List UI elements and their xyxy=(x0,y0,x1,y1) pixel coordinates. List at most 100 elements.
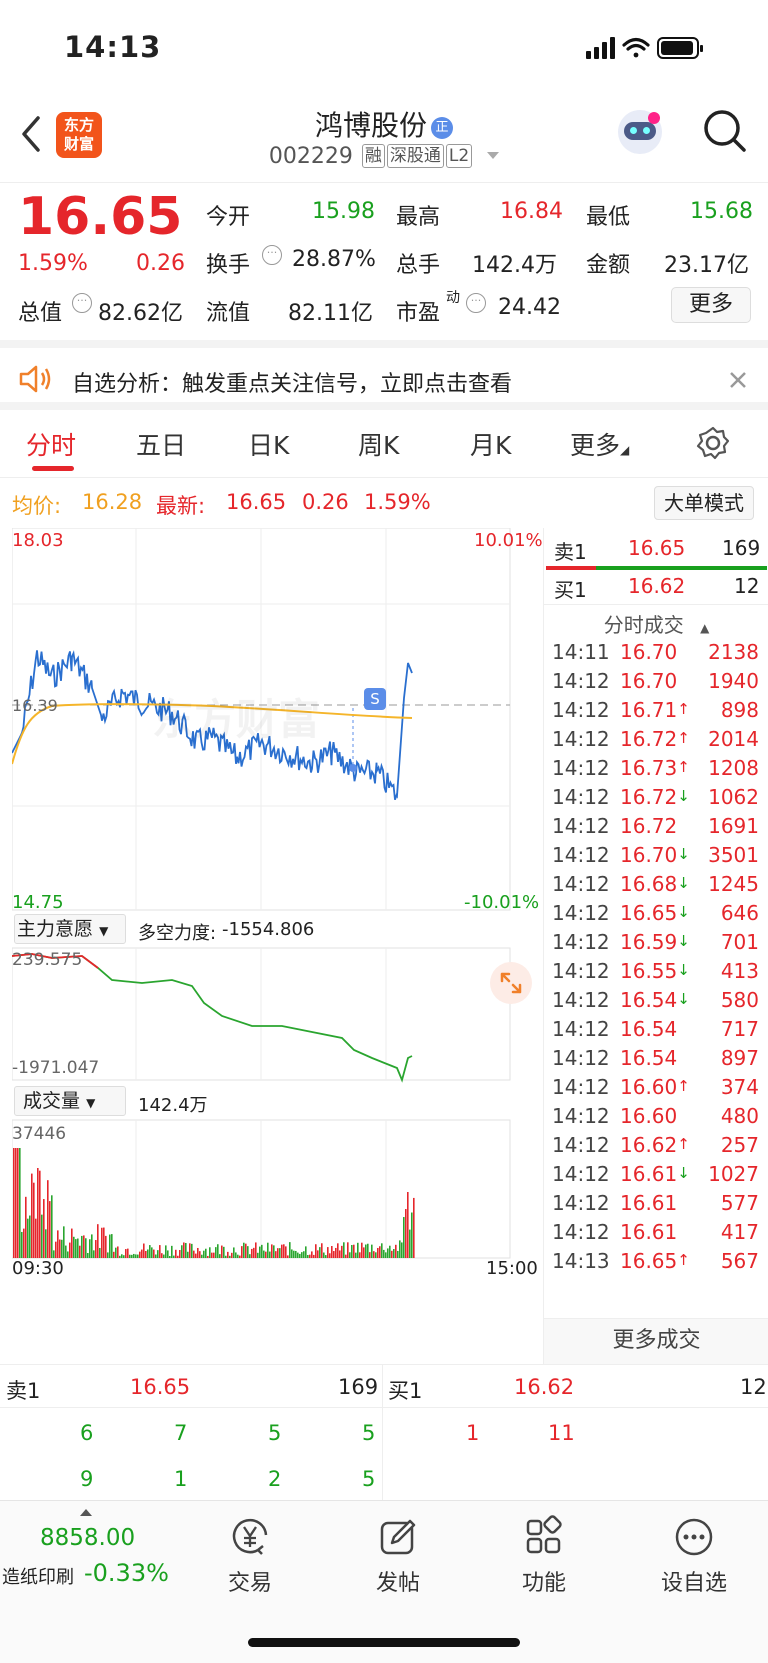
volume-bar xyxy=(343,1242,345,1258)
info-icon[interactable]: ··· xyxy=(466,293,486,313)
volume-bar xyxy=(275,1251,277,1258)
volume-bar xyxy=(67,1251,69,1258)
volume-bar xyxy=(207,1255,209,1258)
volume-bar xyxy=(335,1247,337,1258)
quote-panel: 16.65 1.59% 0.26 总值 ··· 82.62亿 今开 15.98 … xyxy=(0,182,768,332)
volume-bar xyxy=(263,1250,265,1258)
expand-icon[interactable] xyxy=(490,962,532,1004)
big-order-mode-button[interactable]: 大单模式 xyxy=(654,486,754,520)
notice-bar[interactable]: 自选分析：触发重点关注信号，立即点击查看 xyxy=(0,340,768,410)
volume-bar xyxy=(291,1249,293,1258)
volume-bar xyxy=(107,1252,109,1258)
robot-avatar-icon[interactable] xyxy=(618,110,662,154)
volume-bar xyxy=(177,1255,179,1258)
queue-item: 5 xyxy=(362,1421,376,1445)
volume-bar xyxy=(53,1250,55,1258)
volume-bar xyxy=(357,1242,359,1258)
divider xyxy=(0,1407,768,1408)
volume-bar xyxy=(109,1234,111,1258)
index-widget[interactable]: 8858.00 造纸印刷 -0.33% xyxy=(0,1501,180,1601)
volume-bar xyxy=(97,1224,99,1258)
volume-bar xyxy=(189,1243,191,1258)
more-trades-button[interactable]: 更多成交 xyxy=(544,1318,768,1364)
high-value: 16.84 xyxy=(500,199,563,224)
more-button[interactable]: 更多 xyxy=(671,287,751,323)
volume-bar xyxy=(401,1242,403,1258)
volume-bar xyxy=(83,1235,85,1258)
volume-bar xyxy=(281,1244,283,1258)
volume-bar xyxy=(267,1242,269,1258)
indicator-select[interactable]: 主力意愿 ▼ xyxy=(14,914,126,944)
volume-bar xyxy=(399,1240,401,1258)
volume-bar xyxy=(113,1251,115,1258)
amount-value: 23.17亿 xyxy=(664,253,749,278)
volume-bar xyxy=(373,1251,375,1258)
volume-bar xyxy=(77,1238,79,1258)
volume-bar xyxy=(393,1249,395,1258)
volume-bar xyxy=(367,1243,369,1258)
intraday-chart[interactable]: 18.03 10.01% 14.75 -10.01% 16.39 东方财富 S … xyxy=(11,527,543,1284)
volume-bar xyxy=(161,1253,163,1258)
yen-icon xyxy=(232,1518,268,1555)
volume-bar xyxy=(171,1245,173,1258)
pe-sup: 动 xyxy=(446,290,460,306)
volume-bar xyxy=(63,1226,65,1258)
volume-bar xyxy=(205,1248,207,1258)
volume-bar xyxy=(137,1254,139,1258)
ref-price: 16.39 xyxy=(12,696,58,715)
tag-l2: L2 xyxy=(445,144,473,168)
close-icon[interactable] xyxy=(728,370,748,390)
trades-header[interactable]: 分时成交 ▲ xyxy=(544,604,768,637)
dropdown-icon[interactable] xyxy=(487,152,500,159)
volume-bar xyxy=(237,1254,239,1258)
volume-bar xyxy=(147,1249,149,1258)
chart-tabs: 分时 五日 日K 周K 月K 更多◢ xyxy=(0,412,768,478)
volume-bar xyxy=(359,1252,361,1258)
volume-bar xyxy=(31,1173,33,1258)
volume-bar xyxy=(235,1252,237,1258)
search-icon[interactable] xyxy=(702,108,748,154)
volume-bar xyxy=(331,1246,333,1258)
trade-row: 14:12 16.54 ↓ 580 xyxy=(552,988,759,1012)
volume-bar xyxy=(333,1251,335,1258)
tab-intraday[interactable]: 分时 xyxy=(26,426,76,462)
high-label: 最高 xyxy=(396,205,441,230)
nav-functions[interactable]: 功能 xyxy=(494,1515,594,1597)
trade-row: 14:12 16.55 ↓ 413 xyxy=(552,959,759,983)
volume-bar xyxy=(353,1244,355,1258)
trade-row: 14:12 16.60 480 xyxy=(552,1104,759,1128)
mcap-label: 总值 xyxy=(18,301,63,326)
volume-bar xyxy=(129,1254,131,1258)
nav-add-watchlist[interactable]: 设自选 xyxy=(644,1515,744,1597)
volume-bar xyxy=(55,1241,57,1258)
trade-row: 14:12 16.72 ↑ 2014 xyxy=(552,727,759,751)
volume-bar xyxy=(293,1250,295,1258)
volume-bar xyxy=(21,1231,23,1258)
speaker-icon xyxy=(19,365,51,393)
tab-more[interactable]: 更多◢ xyxy=(570,426,629,462)
signal-marker[interactable]: S xyxy=(364,688,386,710)
volume-bar xyxy=(127,1248,129,1258)
volume-bar xyxy=(169,1255,171,1258)
volume-select[interactable]: 成交量 ▼ xyxy=(14,1086,126,1116)
nav-post[interactable]: 发帖 xyxy=(348,1515,448,1597)
volume-bar xyxy=(377,1247,379,1258)
gear-icon[interactable] xyxy=(696,426,730,460)
tab-weekly-k[interactable]: 周K xyxy=(358,426,399,462)
queue-item: 1 xyxy=(174,1467,188,1491)
volume-bar xyxy=(15,1148,17,1258)
volume-bar xyxy=(183,1242,185,1258)
tab-monthly-k[interactable]: 月K xyxy=(470,426,511,462)
volume-bar xyxy=(227,1251,229,1258)
info-icon[interactable]: ··· xyxy=(262,245,282,265)
tab-five-day[interactable]: 五日 xyxy=(136,426,186,462)
queue-item: 1 xyxy=(466,1421,480,1445)
volume-bar xyxy=(37,1168,39,1258)
nav-trade[interactable]: 交易 xyxy=(200,1515,300,1597)
info-icon[interactable]: ··· xyxy=(72,293,92,313)
volume-bar xyxy=(39,1170,41,1258)
queue-item: 9 xyxy=(80,1467,94,1491)
queue-item: 11 xyxy=(548,1421,575,1445)
tab-daily-k[interactable]: 日K xyxy=(248,426,289,462)
sell1-price: 16.65 xyxy=(130,1375,191,1399)
